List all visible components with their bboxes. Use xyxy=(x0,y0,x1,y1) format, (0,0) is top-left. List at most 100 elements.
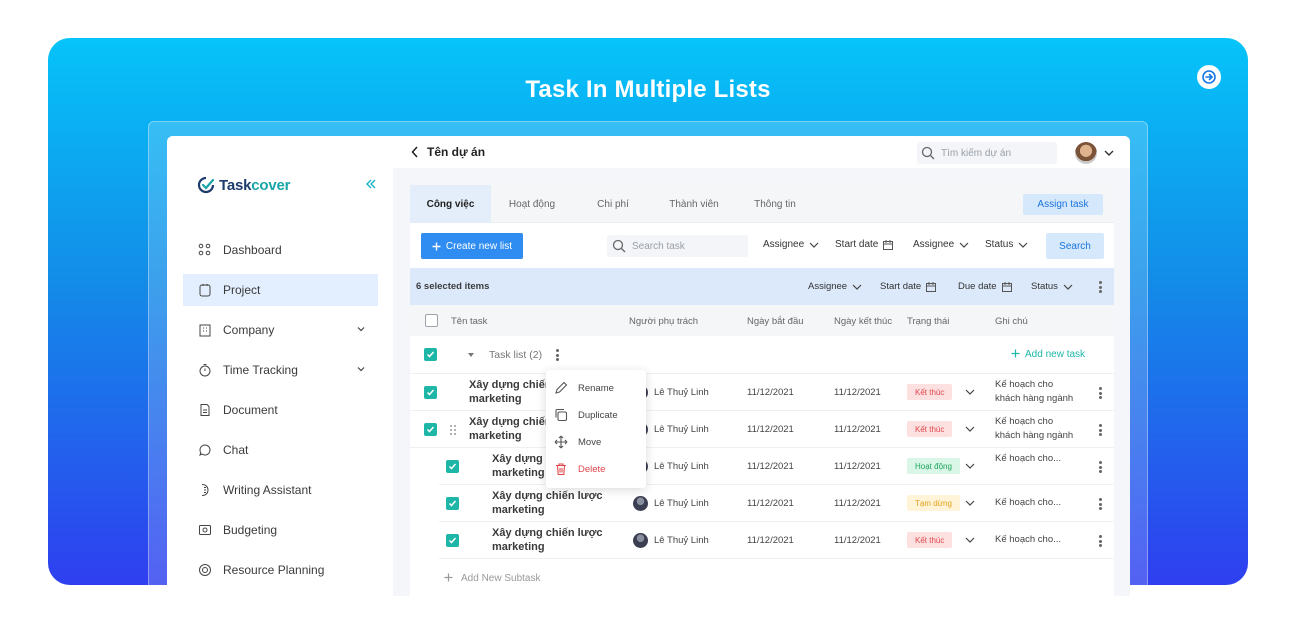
status-badge[interactable]: Hoạt động xyxy=(907,458,960,474)
row-menu-icon[interactable] xyxy=(1099,535,1102,547)
chevron-down-icon[interactable] xyxy=(965,499,975,507)
table-row[interactable]: Xây dựng c marketing Lê Thuỷ Linh 11/12/2… xyxy=(439,448,1114,485)
task-name-line1: Xây dựng chiến xyxy=(469,416,552,428)
menu-item-rename[interactable]: Rename xyxy=(554,378,614,398)
row-menu-icon[interactable] xyxy=(1099,387,1102,399)
row-checkbox[interactable] xyxy=(446,460,459,473)
bulk-filter-status[interactable]: Status xyxy=(1031,281,1073,292)
caret-down-icon[interactable] xyxy=(467,352,475,358)
assign-task-button[interactable]: Assign task xyxy=(1023,194,1103,215)
column-header: Ngày bắt đầu xyxy=(747,316,804,327)
filter-assignee[interactable]: Assignee xyxy=(763,239,819,250)
resource-icon xyxy=(197,562,213,578)
status-badge[interactable]: Kết thúc xyxy=(907,532,953,548)
project-search-input[interactable]: Tìm kiếm dự án xyxy=(917,142,1057,164)
check-icon xyxy=(448,537,457,544)
menu-item-delete[interactable]: Delete xyxy=(554,459,605,479)
menu-item-duplicate[interactable]: Duplicate xyxy=(554,405,618,425)
column-header: Ngày kết thúc xyxy=(834,316,893,327)
group-menu-icon[interactable] xyxy=(556,349,559,361)
add-new-task-label: Add new task xyxy=(1025,349,1086,360)
table-row[interactable]: Xây dựng chiến marketing Lê Thuỷ Linh 11/… xyxy=(410,374,1114,411)
note-line1: Kế hoạch cho... xyxy=(995,453,1062,464)
calendar-icon xyxy=(1001,281,1012,292)
sidebar-item-dashboard[interactable]: Dashboard xyxy=(183,234,378,266)
status-badge[interactable]: Kết thúc xyxy=(907,384,953,400)
menu-label: Move xyxy=(578,436,602,448)
row-menu-icon[interactable] xyxy=(1099,498,1102,510)
taskcover-logo-icon xyxy=(197,176,215,194)
note-line2: khách hàng ngành xyxy=(995,430,1074,441)
table-row[interactable]: Xây dựng chiến marketing Lê Thuỷ Linh 11/… xyxy=(410,411,1114,448)
project-icon xyxy=(197,282,213,298)
task-name: Xây dựng chiến marketing xyxy=(469,415,552,443)
assignee: Lê Thuỷ Linh xyxy=(633,496,709,511)
tab-cong-viec[interactable]: Công việc xyxy=(410,185,491,223)
sidebar-item-project[interactable]: Project xyxy=(183,274,378,306)
back-button[interactable]: Tên dự án xyxy=(411,145,485,159)
row-checkbox[interactable] xyxy=(424,423,437,436)
add-new-task-button[interactable]: Add new task xyxy=(1011,349,1085,360)
menu-item-move[interactable]: Move xyxy=(554,432,601,452)
create-list-button[interactable]: Create new list xyxy=(421,233,523,259)
assignee-name: Lê Thuỷ Linh xyxy=(654,387,709,398)
tab-thanh-vien[interactable]: Thành viên xyxy=(653,185,735,223)
status-badge[interactable]: Tạm dừng xyxy=(907,495,960,511)
bulk-filter-assignee[interactable]: Assignee xyxy=(808,281,862,292)
table-row[interactable]: Xây dựng chiến lược marketing Lê Thuỷ Lin… xyxy=(439,485,1114,522)
calendar-icon xyxy=(926,281,937,292)
status-badge[interactable]: Kết thúc xyxy=(907,421,953,437)
group-checkbox[interactable] xyxy=(424,348,437,361)
next-arrow-button[interactable] xyxy=(1197,65,1221,89)
bulk-filter-start-date[interactable]: Start date xyxy=(880,281,937,292)
add-subtask-button[interactable]: Add New Subtask xyxy=(444,573,541,584)
plus-icon xyxy=(432,242,441,250)
sidebar-item-chat[interactable]: Chat xyxy=(183,434,378,466)
filter-status[interactable]: Status xyxy=(985,239,1028,250)
filter-start-date[interactable]: Start date xyxy=(835,239,894,250)
select-all-checkbox[interactable] xyxy=(425,314,438,327)
end-date: 11/12/2021 xyxy=(834,535,881,546)
sidebar-item-label: Company xyxy=(223,323,275,337)
tab-thong-tin[interactable]: Thông tin xyxy=(735,185,815,223)
arrow-right-icon xyxy=(1202,70,1216,84)
task-name-line2: marketing xyxy=(492,467,545,479)
note-line1: Kế hoạch cho... xyxy=(995,497,1062,508)
check-icon xyxy=(448,500,457,507)
tab-hoat-dong[interactable]: Hoạt động xyxy=(491,185,573,223)
user-avatar[interactable] xyxy=(1075,142,1097,164)
drag-handle-icon[interactable] xyxy=(449,424,457,436)
row-checkbox[interactable] xyxy=(424,386,437,399)
filter-label: Status xyxy=(985,239,1014,250)
end-date: 11/12/2021 xyxy=(834,461,881,472)
tab-chi-phi[interactable]: Chi phí xyxy=(573,185,653,223)
start-date: 11/12/2021 xyxy=(747,387,794,398)
more-options-icon[interactable] xyxy=(1099,281,1102,293)
row-checkbox[interactable] xyxy=(446,534,459,547)
row-menu-icon[interactable] xyxy=(1099,461,1102,473)
top-bar: Tên dự án Tìm kiếm dự án xyxy=(393,136,1130,168)
sidebar-item-document[interactable]: Document xyxy=(183,394,378,426)
filter-label: Assignee xyxy=(763,239,805,250)
sidebar-item-writing-assistant[interactable]: Writing Assistant xyxy=(183,474,378,506)
search-task-input[interactable]: Search task xyxy=(607,235,748,257)
table-row[interactable]: Xây dựng chiến lược marketing Lê Thuỷ Lin… xyxy=(439,522,1114,559)
sidebar-item-resource-planning[interactable]: Resource Planning xyxy=(183,554,378,586)
row-checkbox[interactable] xyxy=(446,497,459,510)
sidebar-item-time-tracking[interactable]: Time Tracking xyxy=(183,354,378,386)
sidebar-item-company[interactable]: Company xyxy=(183,314,378,346)
chevron-down-icon[interactable] xyxy=(965,536,975,544)
task-context-menu: Rename Duplicate Move Delete xyxy=(546,370,646,488)
collapse-sidebar-button[interactable] xyxy=(365,178,377,193)
assignee-name: Lê Thuỷ Linh xyxy=(654,461,709,472)
chevron-down-icon[interactable] xyxy=(1103,148,1115,158)
bulk-filter-due-date[interactable]: Due date xyxy=(958,281,1012,292)
filter-assignee-2[interactable]: Assignee xyxy=(913,239,969,250)
task-list-group: Task list (2) Add new task xyxy=(410,336,1114,374)
chevron-down-icon[interactable] xyxy=(965,425,975,433)
chevron-down-icon[interactable] xyxy=(965,462,975,470)
sidebar-item-budgeting[interactable]: Budgeting xyxy=(183,514,378,546)
search-button[interactable]: Search xyxy=(1046,233,1104,259)
chevron-down-icon[interactable] xyxy=(965,388,975,396)
row-menu-icon[interactable] xyxy=(1099,424,1102,436)
